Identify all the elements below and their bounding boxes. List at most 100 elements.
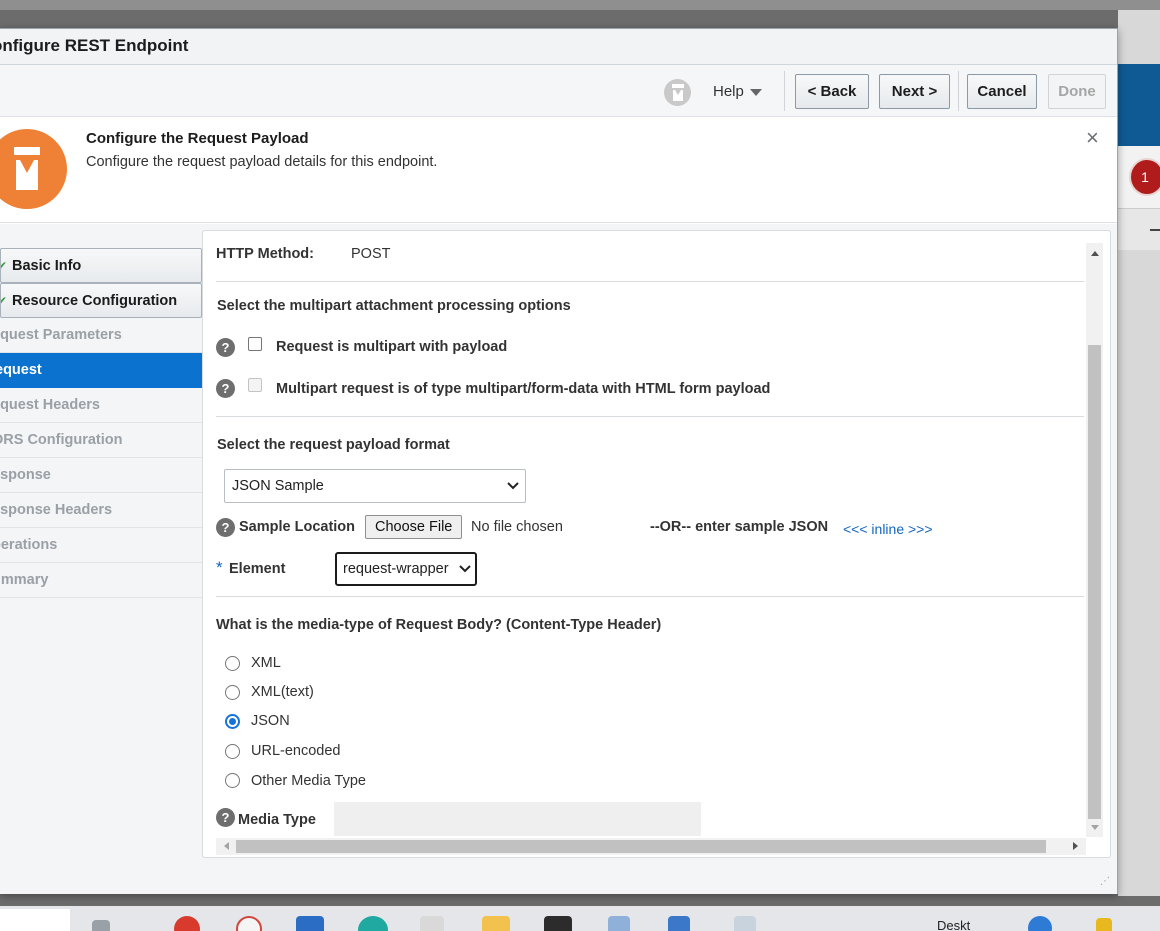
train-step-label: ORS Configuration bbox=[0, 432, 123, 448]
header-subtitle: Configure the request payload details fo… bbox=[86, 154, 438, 170]
radio-xml-text[interactable] bbox=[225, 685, 240, 700]
vertical-scrollbar[interactable] bbox=[1086, 243, 1103, 837]
help-menu[interactable]: Help bbox=[713, 83, 762, 100]
multipart-form-data-label: Multipart request is of type multipart/f… bbox=[276, 381, 771, 397]
user-avatar-icon[interactable] bbox=[664, 79, 691, 106]
background-app-header bbox=[1118, 64, 1160, 146]
horizontal-scrollbar[interactable] bbox=[216, 838, 1086, 855]
notification-badge[interactable]: 1 bbox=[1129, 158, 1160, 196]
train-step-label: perations bbox=[0, 537, 58, 553]
multipart-heading: Select the multipart attachment processi… bbox=[217, 298, 571, 314]
vertical-scroll-thumb[interactable] bbox=[1088, 345, 1101, 819]
help-question-icon[interactable]: ? bbox=[216, 379, 235, 398]
no-file-chosen-text: No file chosen bbox=[471, 519, 563, 535]
train-step-request-headers[interactable]: equest Headers bbox=[0, 388, 202, 423]
train-step-response[interactable]: esponse bbox=[0, 458, 202, 493]
file-explorer-icon[interactable] bbox=[482, 916, 510, 931]
minimize-icon[interactable] bbox=[1150, 229, 1160, 231]
scroll-left-icon[interactable] bbox=[224, 842, 229, 850]
train-step-request-parameters[interactable]: equest Parameters bbox=[0, 318, 202, 353]
payload-format-value: JSON Sample bbox=[232, 478, 324, 494]
chrome-icon[interactable] bbox=[174, 916, 200, 931]
payload-format-heading: Select the request payload format bbox=[217, 437, 450, 453]
media-type-input[interactable] bbox=[334, 802, 701, 836]
word-icon[interactable] bbox=[668, 916, 690, 931]
notepad-icon[interactable] bbox=[420, 916, 444, 931]
desktop-toolbar-label[interactable]: Deskt bbox=[937, 918, 970, 931]
help-question-icon[interactable]: ? bbox=[216, 808, 235, 827]
media-type-label: Media Type bbox=[238, 812, 316, 828]
divider bbox=[216, 416, 1084, 417]
taskbar-search-box[interactable] bbox=[0, 909, 70, 931]
resize-grip-icon[interactable]: ⋰ bbox=[1100, 876, 1112, 888]
radio-xml-label: XML bbox=[251, 655, 281, 671]
edge-icon[interactable] bbox=[358, 916, 388, 931]
scroll-down-icon[interactable] bbox=[1091, 825, 1099, 830]
train-step-request[interactable]: equest bbox=[0, 353, 202, 388]
radio-url-encoded[interactable] bbox=[225, 744, 240, 759]
check-icon: ✔ bbox=[1, 284, 7, 308]
radio-json[interactable] bbox=[225, 714, 240, 729]
rest-endpoint-icon bbox=[0, 129, 67, 209]
remote-desktop-icon[interactable] bbox=[608, 916, 630, 931]
train-step-label: equest Parameters bbox=[0, 327, 122, 343]
radio-other-media-type-label: Other Media Type bbox=[251, 773, 366, 789]
required-marker: * bbox=[216, 558, 223, 577]
http-method-value: POST bbox=[351, 246, 391, 262]
task-view-icon[interactable] bbox=[92, 920, 110, 931]
help-question-icon[interactable]: ? bbox=[216, 338, 235, 357]
outlook-icon[interactable] bbox=[296, 916, 324, 931]
multipart-form-data-checkbox[interactable] bbox=[248, 378, 262, 392]
back-button[interactable]: < Back bbox=[795, 74, 869, 109]
radio-xml[interactable] bbox=[225, 656, 240, 671]
divider bbox=[216, 281, 1084, 282]
multipart-payload-label: Request is multipart with payload bbox=[276, 339, 508, 355]
media-type-heading: What is the media-type of Request Body? … bbox=[216, 617, 662, 633]
radio-other-media-type[interactable] bbox=[225, 773, 240, 788]
cancel-button[interactable]: Cancel bbox=[967, 74, 1037, 109]
train-step-operations[interactable]: perations bbox=[0, 528, 202, 563]
request-payload-panel: HTTP Method: POST Select the multipart a… bbox=[202, 230, 1111, 858]
horizontal-scroll-thumb[interactable] bbox=[236, 840, 1046, 853]
adapter-glyph-icon bbox=[14, 147, 40, 190]
notification-icon[interactable] bbox=[1096, 918, 1112, 931]
train-step-basic-info[interactable]: ✔ Basic Info bbox=[0, 248, 202, 283]
dialog-title-text: onfigure REST Endpoint bbox=[0, 36, 189, 55]
train-step-label: equest Headers bbox=[0, 397, 100, 413]
wizard-toolbar: Help < Back Next > Cancel Done bbox=[0, 65, 1117, 117]
train-step-label: Resource Configuration bbox=[12, 293, 178, 309]
help-question-icon[interactable]: ? bbox=[216, 518, 235, 537]
caret-down-icon bbox=[749, 88, 762, 96]
background-top-bar bbox=[0, 0, 1160, 10]
train-step-resource-configuration[interactable]: ✔ Resource Configuration bbox=[0, 283, 202, 318]
scroll-right-icon[interactable] bbox=[1073, 842, 1078, 850]
train-step-label: esponse bbox=[0, 467, 51, 483]
wizard-train-nav: ✔ Basic Info ✔ Resource Configuration eque… bbox=[0, 220, 202, 598]
train-step-label: Basic Info bbox=[12, 258, 82, 274]
element-value: request-wrapper bbox=[343, 561, 449, 577]
inline-sample-link[interactable]: <<< inline >>> bbox=[843, 521, 933, 537]
radio-url-encoded-label: URL-encoded bbox=[251, 743, 341, 759]
done-button[interactable]: Done bbox=[1048, 74, 1106, 109]
train-step-response-headers[interactable]: esponse Headers bbox=[0, 493, 202, 528]
next-button[interactable]: Next > bbox=[879, 74, 950, 109]
element-select[interactable]: request-wrapper bbox=[335, 552, 477, 586]
help-label: Help bbox=[713, 83, 744, 100]
train-step-label: esponse Headers bbox=[0, 502, 113, 518]
close-icon[interactable]: × bbox=[1086, 127, 1099, 149]
multipart-payload-checkbox[interactable] bbox=[248, 337, 262, 351]
train-step-cors-configuration[interactable]: ORS Configuration bbox=[0, 423, 202, 458]
acrobat-icon[interactable] bbox=[236, 916, 262, 931]
payload-format-select[interactable]: JSON Sample bbox=[224, 469, 526, 503]
train-step-label: ummary bbox=[0, 572, 49, 588]
choose-file-button[interactable]: Choose File bbox=[365, 515, 463, 539]
clipboard-icon[interactable] bbox=[734, 916, 756, 931]
dialog-title[interactable]: onfigure REST Endpoint bbox=[0, 29, 1117, 65]
train-step-summary[interactable]: ummary bbox=[0, 563, 202, 598]
radio-xml-text-label: XML(text) bbox=[251, 684, 314, 700]
network-icon[interactable] bbox=[1028, 916, 1052, 931]
check-icon: ✔ bbox=[1, 249, 7, 273]
terminal-icon[interactable] bbox=[544, 916, 572, 931]
page-header: Configure the Request Payload Configure … bbox=[0, 117, 1117, 223]
scroll-up-icon[interactable] bbox=[1091, 251, 1099, 256]
